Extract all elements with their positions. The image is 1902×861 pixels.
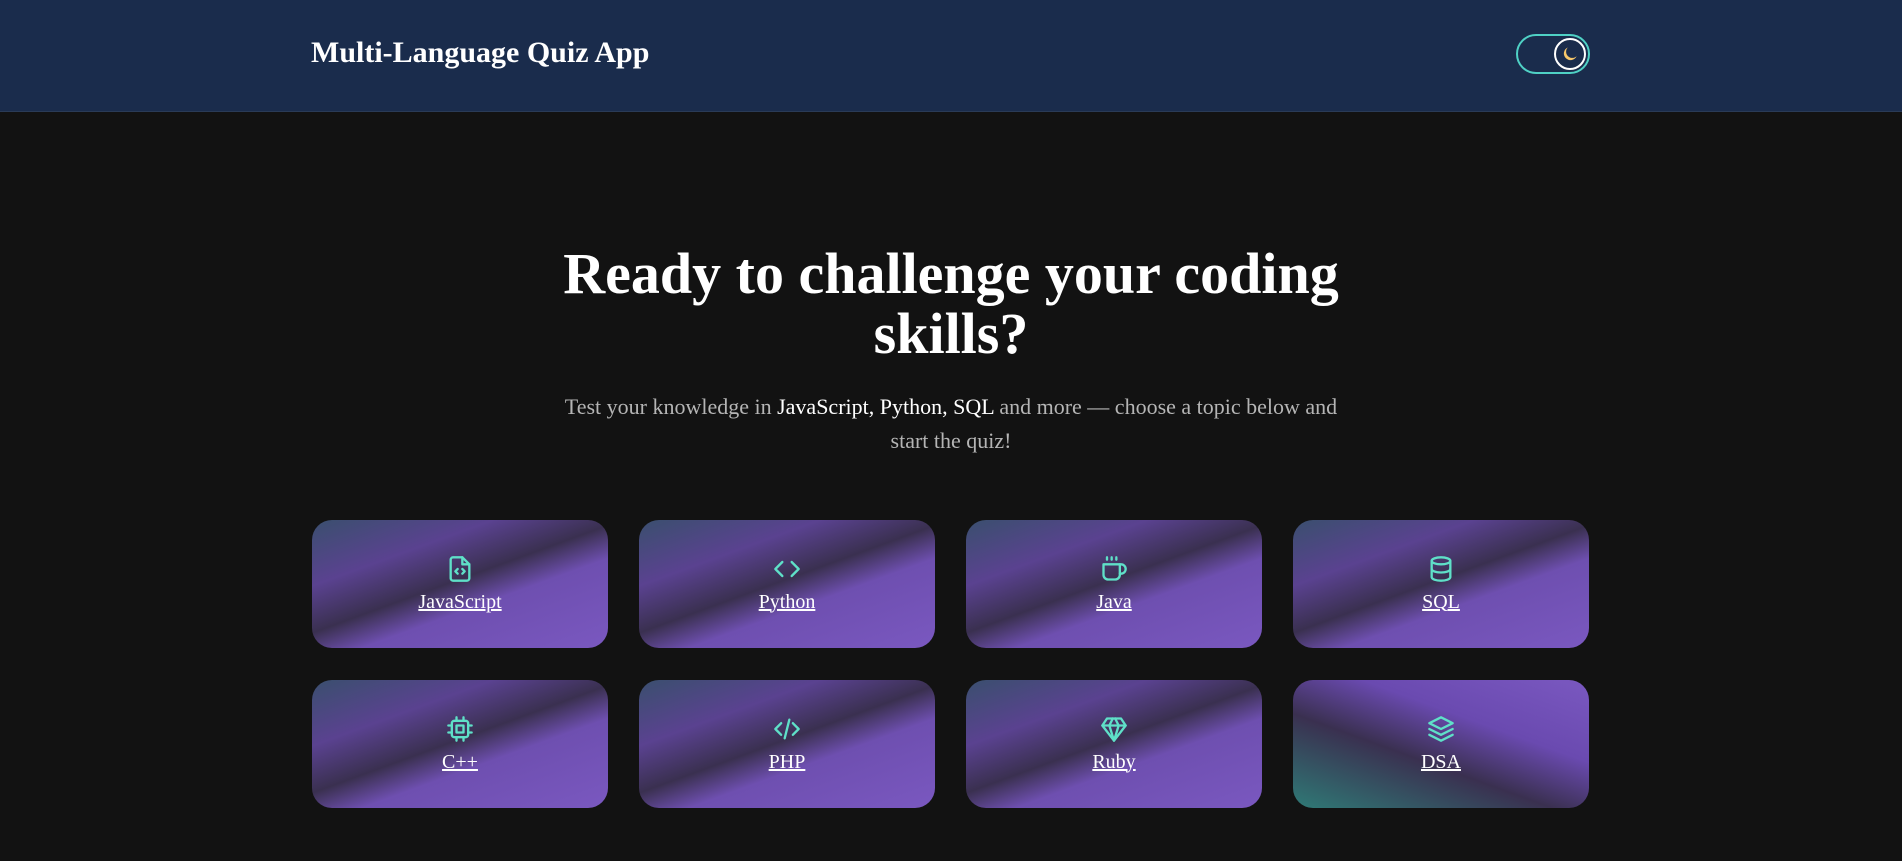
theme-toggle[interactable] (1516, 34, 1590, 74)
app-header: Multi-Language Quiz App (0, 0, 1902, 112)
topic-label: Ruby (1092, 750, 1136, 773)
gem-icon (1101, 716, 1127, 742)
topic-card-dsa[interactable]: DSA (1293, 680, 1589, 808)
cpu-icon (447, 715, 473, 742)
moon-icon (1563, 47, 1577, 61)
hero-title: Ready to challenge your coding skills? (563, 241, 1339, 366)
hero-subtitle-highlight: JavaScript, Python, SQL (777, 394, 994, 419)
coffee-icon (1102, 555, 1127, 581)
topic-label: Java (1096, 590, 1132, 613)
topic-card-java[interactable]: Java (966, 520, 1262, 648)
topic-label: DSA (1420, 750, 1461, 773)
topic-card-javascript[interactable]: JavaScript (312, 520, 608, 648)
topic-card-php[interactable]: PHP (639, 680, 935, 808)
code-slash-icon (774, 718, 800, 739)
topic-label: PHP (768, 750, 806, 773)
hero-subtitle-prefix: Test your knowledge in (564, 394, 778, 419)
topic-label: C++ (442, 750, 478, 773)
topic-card-ruby[interactable]: Ruby (966, 680, 1262, 808)
code-icon (774, 560, 800, 577)
topic-label: JavaScript (418, 590, 502, 613)
app-title: Multi-Language Quiz App (311, 36, 650, 69)
layers-icon (1428, 715, 1454, 742)
topic-card-python[interactable]: Python (639, 520, 935, 648)
topic-card-cpp[interactable]: C++ (312, 680, 608, 808)
topic-grid: JavaScript Python Java SQL C++ PHP Ruby … (312, 520, 1590, 808)
database-icon (1430, 555, 1452, 582)
topic-label: Python (758, 590, 816, 613)
hero-subtitle: Test your knowledge in JavaScript, Pytho… (551, 390, 1351, 458)
topic-card-sql[interactable]: SQL (1293, 520, 1589, 648)
topic-label: SQL (1422, 590, 1460, 613)
file-code-icon (449, 555, 471, 582)
theme-toggle-knob (1554, 38, 1586, 70)
